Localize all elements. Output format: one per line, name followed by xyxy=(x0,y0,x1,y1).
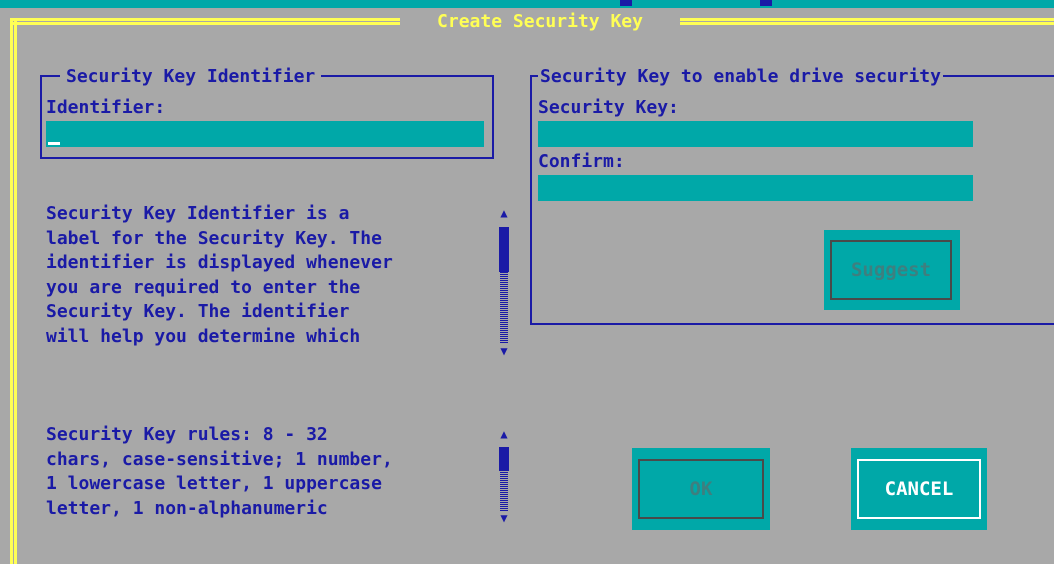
cancel-button-label: CANCEL xyxy=(857,459,981,519)
scroll-thumb[interactable] xyxy=(499,227,509,272)
top-strip xyxy=(0,0,1054,8)
dialog-frame-left xyxy=(10,18,17,564)
confirm-label: Confirm: xyxy=(538,151,625,172)
scroll-track[interactable] xyxy=(500,471,508,511)
ok-button-label: OK xyxy=(638,459,764,519)
scroll-down-icon[interactable]: ▼ xyxy=(497,511,511,525)
scroll-thumb[interactable] xyxy=(499,447,509,471)
suggest-button-label: Suggest xyxy=(830,240,952,300)
help-line: Security Key. The identifier xyxy=(46,301,350,322)
help-line: identifier is displayed whenever xyxy=(46,252,393,273)
scroll-track[interactable] xyxy=(500,272,508,343)
identifier-input[interactable] xyxy=(46,121,484,147)
top-strip-mark xyxy=(760,0,772,6)
identifier-help-text: Security Key Identifier is a label for t… xyxy=(46,202,476,362)
security-key-label: Security Key: xyxy=(538,97,679,118)
help-line: chars, case-sensitive; 1 number, xyxy=(46,448,393,470)
identifier-group-legend: Security Key Identifier xyxy=(60,66,322,88)
identifier-label: Identifier: xyxy=(46,97,166,118)
help-line: will help you determine which xyxy=(46,325,361,347)
help-line: you are required to enter the xyxy=(46,276,361,298)
identifier-help-scrollbar[interactable]: ▲ ▼ xyxy=(497,203,513,359)
help-line: 1 lowercase letter, 1 uppercase xyxy=(46,473,382,494)
cancel-button[interactable]: CANCEL xyxy=(851,448,987,530)
top-strip-mark xyxy=(620,0,632,6)
text-cursor xyxy=(48,142,60,145)
scroll-down-icon[interactable]: ▼ xyxy=(497,344,511,358)
scroll-up-icon[interactable]: ▲ xyxy=(497,206,511,220)
help-line: Security Key Identifier is a xyxy=(46,203,350,224)
help-line: label for the Security Key. The xyxy=(46,227,382,249)
security-key-input[interactable] xyxy=(538,121,973,147)
confirm-key-input[interactable] xyxy=(538,175,973,201)
scroll-up-icon[interactable]: ▲ xyxy=(497,427,511,441)
rules-help-text: Security Key rules: 8 - 32 chars, case-s… xyxy=(46,423,476,533)
help-line: Security Key rules: 8 - 32 xyxy=(46,424,328,445)
help-line: letter, 1 non-alphanumeric xyxy=(46,497,328,519)
ok-button[interactable]: OK xyxy=(632,448,770,530)
security-key-group-legend: Security Key to enable drive security xyxy=(538,66,943,88)
suggest-button[interactable]: Suggest xyxy=(824,230,960,310)
dialog-title: Create Security Key xyxy=(400,9,680,35)
rules-help-scrollbar[interactable]: ▲ ▼ xyxy=(497,424,513,526)
